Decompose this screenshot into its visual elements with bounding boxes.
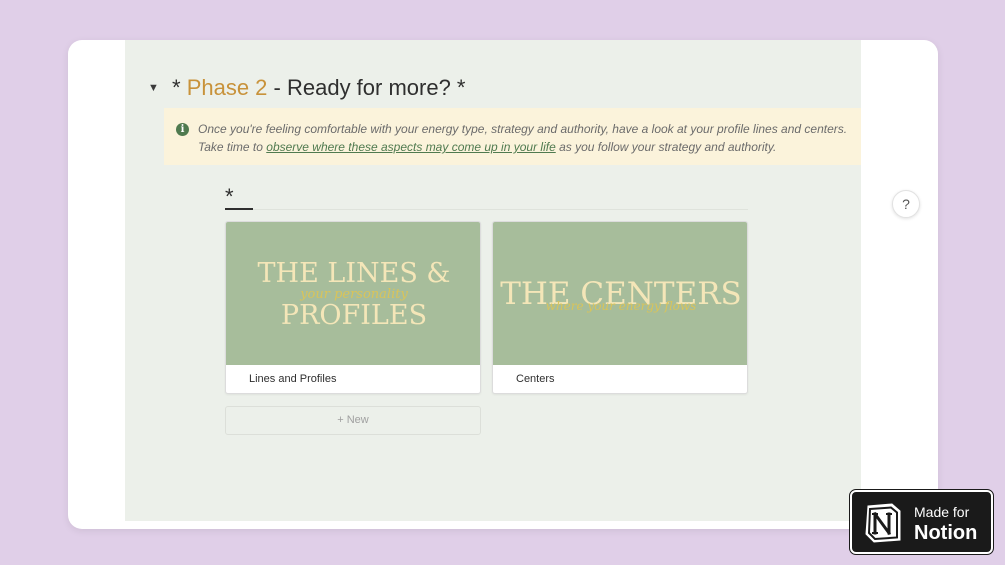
- database-title[interactable]: *: [225, 184, 234, 210]
- card-cover-image: THE CENTERS where your energy flows: [493, 222, 747, 365]
- callout-block: i Once you're feeling comfortable with y…: [164, 108, 861, 165]
- heading-prefix: *: [172, 75, 187, 100]
- heading-rest: - Ready for more? *: [267, 75, 466, 100]
- database-divider: [253, 209, 748, 210]
- info-icon: i: [176, 123, 189, 136]
- card-cover-image: THE LINES & your personality PROFILES: [226, 222, 480, 365]
- heading-accent: Phase 2: [186, 75, 268, 100]
- badge-made-for-text: Made for: [914, 504, 970, 520]
- cover-title-line2: PROFILES: [281, 300, 427, 331]
- callout-link[interactable]: observe where these aspects may come up …: [266, 140, 555, 154]
- database-tab-underline: [225, 208, 253, 210]
- help-button[interactable]: ?: [892, 190, 920, 218]
- cover-script-text: where your energy flows: [546, 299, 697, 313]
- callout-text: Once you're feeling comfortable with you…: [198, 120, 848, 156]
- card-title: Lines and Profiles: [249, 373, 337, 385]
- gallery-card-centers[interactable]: THE CENTERS where your energy flows Cent…: [492, 221, 748, 394]
- cover-title-line1: THE LINES &: [258, 258, 451, 289]
- badge-notion-text: Notion: [914, 522, 978, 544]
- phase-heading: * Phase 2 - Ready for more? *: [172, 75, 466, 101]
- add-new-button[interactable]: + New: [225, 406, 481, 435]
- card-title: Centers: [516, 373, 555, 385]
- callout-line2-after: as you follow your strategy and authorit…: [555, 140, 777, 154]
- callout-line1: Once you're feeling comfortable with you…: [198, 122, 848, 136]
- made-for-notion-badge: Made for Notion: [849, 489, 994, 555]
- notion-logo-icon: [865, 503, 901, 543]
- toggle-arrow-icon[interactable]: ▼: [148, 82, 159, 94]
- gallery-card-lines-and-profiles[interactable]: THE LINES & your personality PROFILES Li…: [225, 221, 481, 394]
- callout-line2-before: Take time to: [198, 140, 267, 154]
- notion-window: ▼ * Phase 2 - Ready for more? * i Once y…: [68, 40, 938, 529]
